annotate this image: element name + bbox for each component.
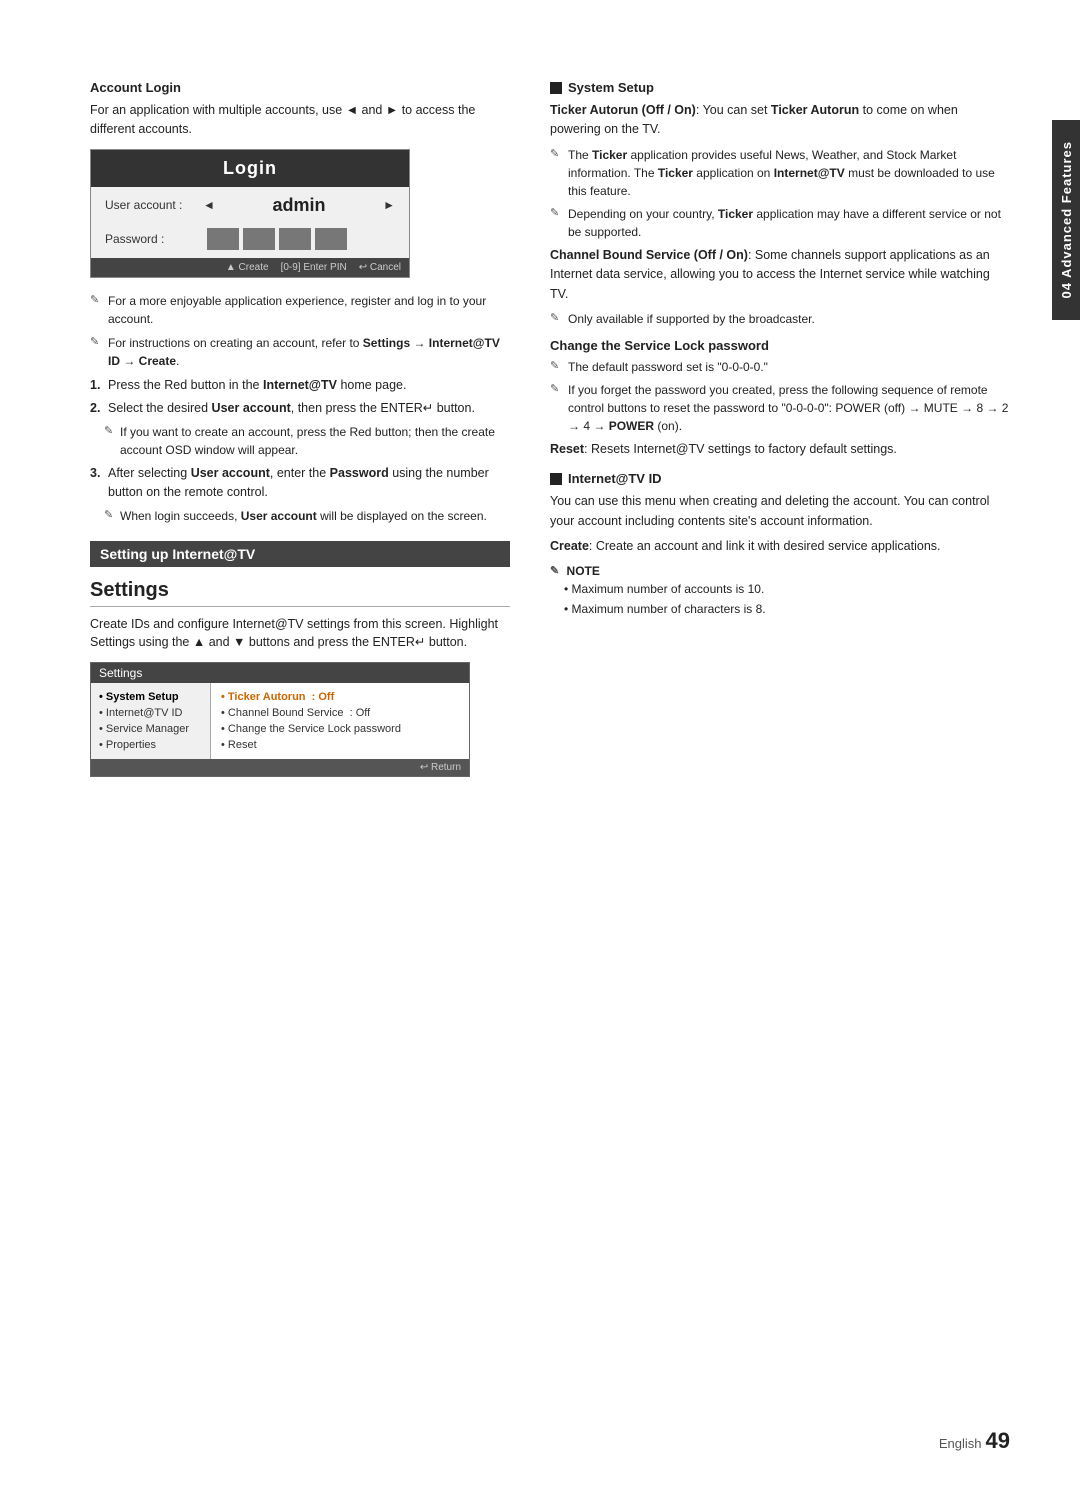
reset-text: Reset: Resets Internet@TV settings to fa… (550, 440, 1010, 459)
settings-right-menu: • Ticker Autorun : Off • Channel Bound S… (211, 683, 469, 759)
settings-channel: • Channel Bound Service : Off (221, 705, 459, 721)
step-3: 3. After selecting User account, enter t… (90, 464, 510, 502)
change-lock-heading: Change the Service Lock password (550, 338, 1010, 353)
side-tab: 04 Advanced Features (1052, 120, 1080, 320)
login-arrow-left-icon: ◄ (203, 198, 215, 212)
step-3-num: 3. (90, 464, 100, 483)
settings-box-title: Settings (91, 663, 469, 683)
login-user-label: User account : (105, 198, 195, 212)
internet-tv-id-text1: You can use this menu when creating and … (550, 492, 1010, 531)
settings-box-content: • System Setup • Internet@TV ID • Servic… (91, 683, 469, 759)
lock-tip-1: The default password set is "0-0-0-0." (550, 358, 1010, 376)
step-2-num: 2. (90, 399, 100, 418)
note-item-1: Maximum number of accounts is 10. (550, 580, 1010, 599)
account-login-heading: Account Login (90, 80, 510, 95)
settings-heading: Settings (90, 579, 510, 607)
tip-2: For instructions on creating an account,… (90, 334, 510, 370)
content-area: Account Login For an application with mu… (90, 80, 1010, 777)
ticker-tip-1: The Ticker application provides useful N… (550, 146, 1010, 200)
settings-box: Settings • System Setup • Internet@TV ID… (90, 662, 470, 777)
step-1-num: 1. (90, 376, 100, 395)
page-container: 04 Advanced Features Account Login For a… (0, 0, 1080, 1494)
login-footer: ▲ Create [0-9] Enter PIN ↩ Cancel (91, 258, 409, 277)
password-blocks (207, 228, 347, 250)
login-footer-pin: [0-9] Enter PIN (281, 262, 347, 273)
login-arrow-right-icon: ► (383, 198, 395, 212)
login-password-label: Password : (105, 232, 195, 246)
settings-menu-service: • Service Manager (99, 721, 202, 737)
ticker-autorun-text: Ticker Autorun (Off / On): You can set T… (550, 101, 1010, 140)
settings-menu-id: • Internet@TV ID (99, 705, 202, 721)
login-title: Login (91, 150, 409, 187)
page-footer: English 49 (939, 1428, 1010, 1454)
note-box: NOTE Maximum number of accounts is 10. M… (550, 562, 1010, 618)
account-login-body: For an application with multiple account… (90, 101, 510, 139)
settings-left-menu: • System Setup • Internet@TV ID • Servic… (91, 683, 211, 759)
setting-up-bar: Setting up Internet@TV (90, 541, 510, 567)
internet-tv-id-heading: Internet@TV ID (550, 471, 1010, 486)
settings-box-footer: ↩ Return (91, 759, 469, 776)
login-user-row: User account : ◄ admin ► (91, 187, 409, 224)
right-column: System Setup Ticker Autorun (Off / On): … (550, 80, 1010, 777)
internet-tv-id-icon (550, 473, 562, 485)
system-setup-label: System Setup (568, 80, 654, 95)
settings-body: Create IDs and configure Internet@TV set… (90, 615, 510, 653)
system-setup-heading: System Setup (550, 80, 1010, 95)
channel-tip: Only available if supported by the broad… (550, 310, 1010, 328)
step-1: 1. Press the Red button in the Internet@… (90, 376, 510, 395)
settings-reset: • Reset (221, 737, 459, 753)
system-setup-icon (550, 82, 562, 94)
note-heading: NOTE (550, 562, 1010, 580)
login-box: Login User account : ◄ admin ► Password … (90, 149, 410, 278)
step-2: 2. Select the desired User account, then… (90, 399, 510, 418)
login-footer-cancel: ↩ Cancel (359, 262, 401, 273)
password-block-2 (243, 228, 275, 250)
internet-tv-id-label: Internet@TV ID (568, 471, 662, 486)
login-footer-create: ▲ Create (226, 262, 269, 273)
step-3-tip: When login succeeds, User account will b… (90, 507, 510, 525)
login-password-row: Password : (91, 224, 409, 258)
step-2-tip: If you want to create an account, press … (90, 423, 510, 459)
page-number: 49 (986, 1428, 1010, 1454)
channel-bound-text: Channel Bound Service (Off / On): Some c… (550, 246, 1010, 304)
left-column: Account Login For an application with mu… (90, 80, 510, 777)
login-user-value: admin (223, 195, 375, 216)
settings-ticker: • Ticker Autorun : Off (221, 689, 459, 705)
settings-menu-properties: • Properties (99, 737, 202, 753)
lock-tip-2: If you forget the password you created, … (550, 381, 1010, 435)
settings-menu-system: • System Setup (99, 689, 202, 705)
side-tab-text: 04 Advanced Features (1059, 141, 1074, 299)
footer-language: English (939, 1436, 982, 1451)
tip-1: For a more enjoyable application experie… (90, 292, 510, 328)
settings-change-lock: • Change the Service Lock password (221, 721, 459, 737)
password-block-3 (279, 228, 311, 250)
internet-tv-id-text2: Create: Create an account and link it wi… (550, 537, 1010, 556)
password-block-4 (315, 228, 347, 250)
note-item-2: Maximum number of characters is 8. (550, 600, 1010, 619)
password-block-1 (207, 228, 239, 250)
ticker-tip-2: Depending on your country, Ticker applic… (550, 205, 1010, 241)
